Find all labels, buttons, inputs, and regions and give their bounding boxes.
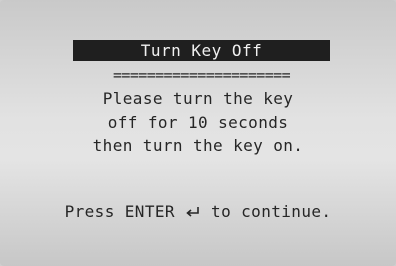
message-line-3: then turn the key on. <box>92 136 304 155</box>
title-separator: ===================== <box>112 66 291 84</box>
continue-prompt: Press ENTER to continue. <box>20 201 376 223</box>
screen-title: Turn Key Off <box>73 40 330 61</box>
prompt-text-after: to continue. <box>211 202 332 221</box>
lcd-screen: Turn Key Off ===================== Pleas… <box>0 0 396 266</box>
prompt-text-before: Press ENTER <box>64 202 175 221</box>
message-line-1: Please turn the key <box>102 89 294 108</box>
enter-return-arrow-icon <box>186 207 199 217</box>
message-line-2: off for 10 seconds <box>107 113 289 132</box>
